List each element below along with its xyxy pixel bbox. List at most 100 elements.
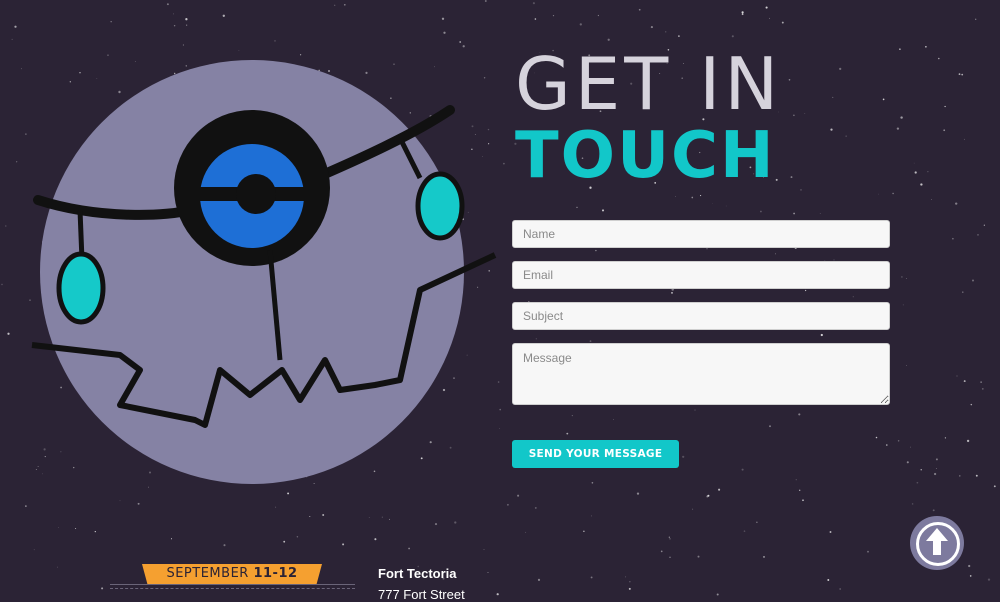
star <box>943 129 946 132</box>
star <box>914 171 917 174</box>
star <box>768 17 770 19</box>
star <box>601 209 605 212</box>
star <box>309 515 311 518</box>
star <box>675 196 676 197</box>
star <box>920 469 922 471</box>
divider-dashed <box>110 588 355 589</box>
star <box>970 403 973 406</box>
star <box>590 576 593 579</box>
star <box>441 17 445 20</box>
star <box>968 564 971 568</box>
star <box>638 8 641 11</box>
star <box>7 332 10 335</box>
star <box>170 538 173 540</box>
star <box>283 540 286 543</box>
star <box>839 67 842 71</box>
star <box>223 544 226 547</box>
name-input[interactable] <box>512 220 890 248</box>
star <box>886 444 888 446</box>
star <box>845 135 847 137</box>
star <box>975 18 977 20</box>
star <box>900 116 903 119</box>
star <box>275 506 277 508</box>
star <box>741 11 744 14</box>
subject-input[interactable] <box>512 302 890 330</box>
star <box>756 521 758 523</box>
star <box>484 0 487 2</box>
star <box>525 531 527 533</box>
star <box>906 461 909 464</box>
star <box>956 375 958 377</box>
star <box>14 25 17 28</box>
star <box>496 593 499 596</box>
star <box>185 18 188 21</box>
star <box>660 550 663 553</box>
star <box>107 54 109 56</box>
star <box>896 127 900 130</box>
star <box>781 21 784 24</box>
star <box>381 516 383 518</box>
star <box>591 481 594 484</box>
star <box>827 579 830 581</box>
scroll-to-top-button[interactable] <box>910 516 964 570</box>
venue-name: Fort Tectoria <box>378 566 457 581</box>
star <box>725 205 727 207</box>
star <box>969 575 972 577</box>
star <box>765 6 768 9</box>
star <box>534 506 537 509</box>
star <box>718 488 721 491</box>
star <box>459 41 462 43</box>
star <box>966 439 970 443</box>
star <box>483 549 485 551</box>
star <box>222 14 225 17</box>
star <box>920 183 923 186</box>
star <box>897 440 900 442</box>
star <box>741 13 744 16</box>
star <box>389 518 390 520</box>
email-input[interactable] <box>512 261 890 289</box>
star <box>462 45 465 48</box>
star <box>287 492 290 495</box>
star <box>944 437 947 439</box>
star <box>625 576 627 578</box>
star <box>899 48 901 50</box>
star <box>804 113 806 114</box>
star <box>579 23 582 26</box>
star <box>925 45 927 48</box>
star <box>981 388 984 390</box>
star <box>58 527 59 528</box>
star <box>238 50 240 51</box>
star <box>342 543 345 546</box>
star <box>628 587 631 590</box>
star <box>629 581 631 583</box>
star <box>517 494 520 497</box>
star <box>832 96 834 98</box>
star <box>434 523 438 526</box>
star <box>944 105 946 108</box>
star <box>11 38 13 40</box>
date-days: 11-12 <box>253 566 298 581</box>
contact-form: SEND YOUR MESSAGE <box>512 220 890 468</box>
star <box>75 527 77 530</box>
star <box>712 203 713 204</box>
star <box>867 550 869 553</box>
star <box>25 505 27 507</box>
star <box>927 171 929 173</box>
star <box>892 192 894 195</box>
star <box>769 425 771 428</box>
star <box>963 380 966 383</box>
star <box>975 474 978 477</box>
star <box>16 161 18 163</box>
star <box>916 481 919 484</box>
star <box>958 73 961 75</box>
star <box>909 446 911 448</box>
send-message-button[interactable]: SEND YOUR MESSAGE <box>512 440 679 468</box>
message-textarea[interactable] <box>512 343 890 405</box>
star <box>878 193 879 195</box>
star <box>790 176 793 179</box>
star <box>173 13 174 15</box>
star <box>932 509 935 512</box>
title-line-touch: TOUCH <box>515 119 776 193</box>
star <box>534 18 537 20</box>
star <box>343 3 346 6</box>
